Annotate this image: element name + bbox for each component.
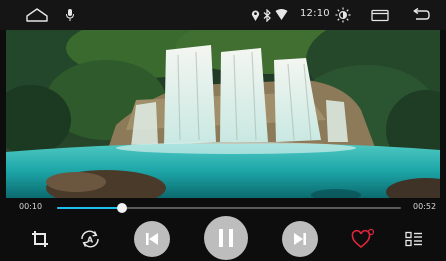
svg-text:A: A <box>87 236 94 245</box>
wifi-icon <box>274 6 288 24</box>
back-arrow-icon[interactable] <box>410 6 432 24</box>
seek-bar-progress <box>57 207 123 209</box>
seek-bar-thumb[interactable] <box>117 203 128 213</box>
bluetooth-icon <box>262 6 272 24</box>
home-icon[interactable] <box>24 6 50 24</box>
total-duration: 00:52 <box>413 202 437 211</box>
skip-previous-icon <box>146 233 158 245</box>
repeat-a-icon[interactable]: A <box>79 229 101 249</box>
heart-outline-icon <box>351 228 375 249</box>
playlist-icon[interactable] <box>404 229 424 249</box>
microphone-icon <box>64 6 76 24</box>
playback-controls: A <box>0 216 446 261</box>
waterfall-video-image <box>6 30 440 198</box>
play-pause-button[interactable] <box>204 216 248 260</box>
video-player-app: 12:10 00:10 00:52 A <box>0 0 446 261</box>
favorite-button[interactable] <box>351 228 375 250</box>
status-time: 12:10 <box>300 8 330 19</box>
pause-icon <box>219 229 233 247</box>
window-icon[interactable] <box>370 6 390 24</box>
skip-next-icon <box>294 233 306 245</box>
seek-bar[interactable] <box>57 203 401 213</box>
progress-row: 00:10 00:52 <box>0 198 446 216</box>
crop-icon[interactable] <box>30 229 50 249</box>
previous-button[interactable] <box>134 221 170 257</box>
brightness-icon[interactable] <box>334 6 352 24</box>
status-bar: 12:10 <box>0 0 446 30</box>
location-pin-icon <box>250 6 260 24</box>
next-button[interactable] <box>282 221 318 257</box>
elapsed-time: 00:10 <box>19 202 43 211</box>
video-frame[interactable] <box>6 30 440 198</box>
